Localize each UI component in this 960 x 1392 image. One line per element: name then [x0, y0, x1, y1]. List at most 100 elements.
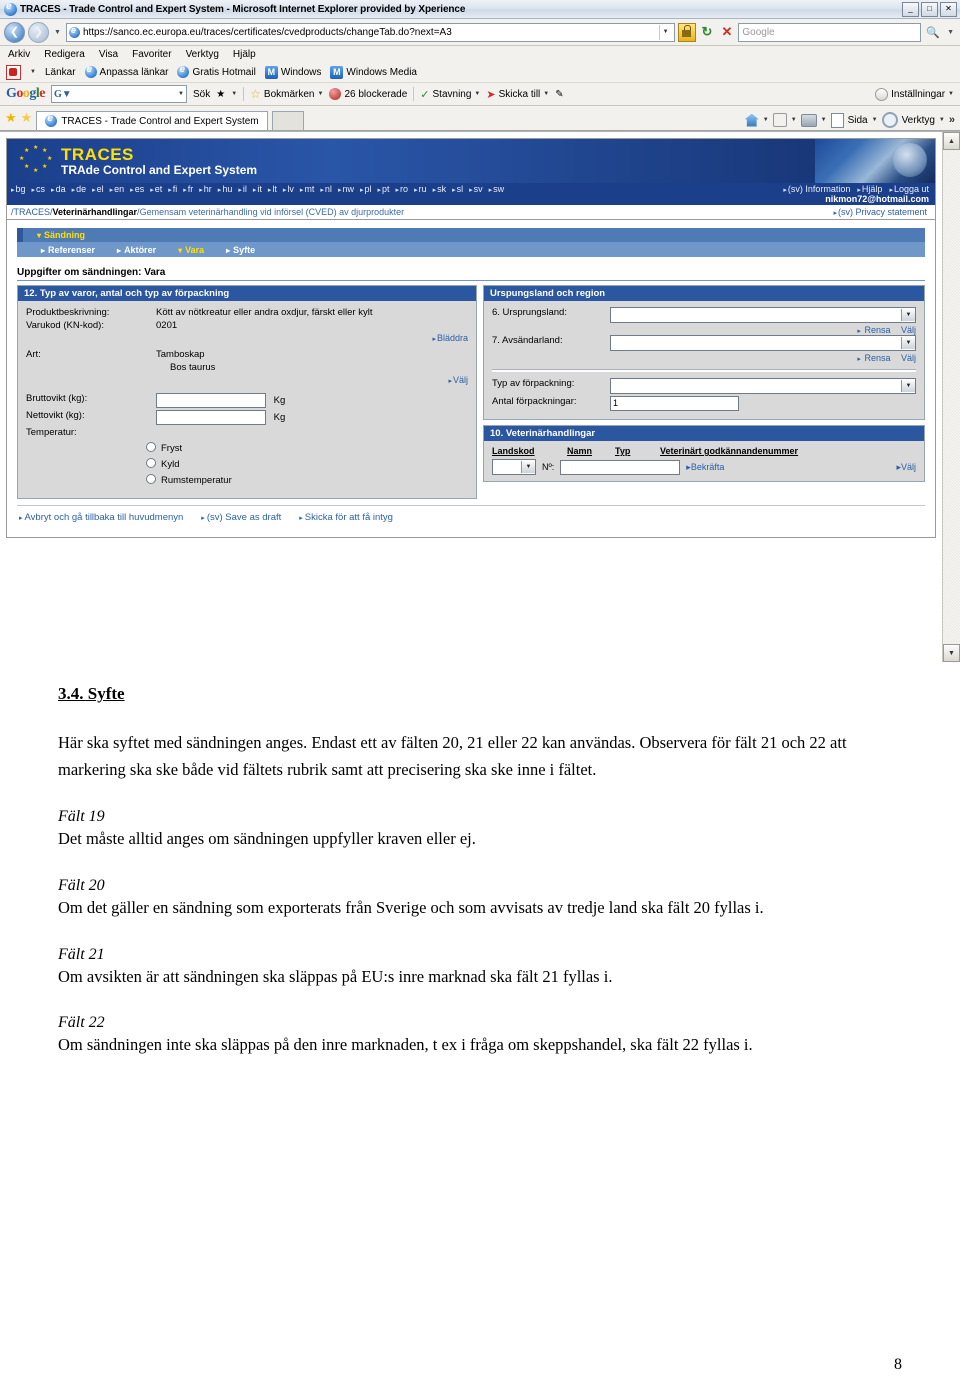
- temperature-option-rumstemperatur[interactable]: Rumstemperatur: [146, 474, 468, 486]
- lang-nl[interactable]: nl: [320, 184, 332, 194]
- google-search-input[interactable]: G▼ ▼: [51, 85, 187, 103]
- lang-cs[interactable]: cs: [32, 184, 45, 194]
- lang-ro[interactable]: ro: [396, 184, 408, 194]
- scrollbar-track[interactable]: [943, 150, 960, 644]
- radio-rumstemperatur-icon[interactable]: [146, 474, 156, 484]
- scroll-down-button[interactable]: ▼: [943, 644, 960, 662]
- overflow-icon[interactable]: »: [949, 114, 955, 126]
- chevron-down-icon[interactable]: ▼: [821, 117, 827, 123]
- blocked-popups-button[interactable]: 26 blockerade: [329, 88, 407, 100]
- history-dropdown-icon[interactable]: ▼: [52, 29, 63, 36]
- google-apps-dropdown-icon[interactable]: ▼: [231, 91, 237, 97]
- lang-hr[interactable]: hr: [199, 184, 212, 194]
- help-link[interactable]: Hjälp: [857, 184, 883, 194]
- tab-vara[interactable]: Vara: [178, 245, 204, 255]
- lang-sv[interactable]: sv: [469, 184, 483, 194]
- packaging-count-input[interactable]: 1: [610, 396, 739, 411]
- lang-lv[interactable]: lv: [283, 184, 294, 194]
- browser-tab[interactable]: TRACES - Trade Control and Expert System: [36, 111, 268, 130]
- lang-ru[interactable]: ru: [414, 184, 427, 194]
- vet-select-link[interactable]: ▸Välj: [896, 462, 916, 473]
- lang-sk[interactable]: sk: [433, 184, 446, 194]
- address-dropdown-icon[interactable]: ▼: [658, 24, 672, 40]
- search-icon[interactable]: 🔍: [924, 26, 942, 39]
- vertical-scrollbar[interactable]: ▲ ▼: [942, 132, 960, 662]
- menu-item-visa[interactable]: Visa: [99, 49, 118, 60]
- spelling-button[interactable]: ✓ Stavning ▼: [420, 88, 480, 101]
- menu-item-verktyg[interactable]: Verktyg: [186, 49, 219, 60]
- lang-de[interactable]: de: [72, 184, 86, 194]
- lang-mt[interactable]: mt: [300, 184, 314, 194]
- lang-nw[interactable]: nw: [338, 184, 354, 194]
- species-select-link[interactable]: Välj: [26, 375, 468, 385]
- close-button[interactable]: ✕: [940, 2, 957, 17]
- favorites-center-icon[interactable]: ★: [21, 110, 33, 126]
- rss-icon[interactable]: [772, 113, 787, 127]
- lang-en[interactable]: en: [110, 184, 124, 194]
- radio-fryst-icon[interactable]: [146, 442, 156, 452]
- google-settings-button[interactable]: Inställningar ▼: [875, 87, 954, 101]
- search-provider-dropdown-icon[interactable]: ▼: [945, 29, 956, 36]
- link-windows[interactable]: M Windows: [264, 65, 321, 79]
- cancel-back-to-main-menu-link[interactable]: Avbryt och gå tillbaka till huvudmenyn: [19, 512, 184, 523]
- browser-search-input[interactable]: Google: [738, 22, 922, 42]
- forward-button[interactable]: ❯: [28, 21, 49, 43]
- save-as-draft-link[interactable]: (sv) Save as draft: [201, 512, 281, 523]
- print-icon[interactable]: [800, 113, 817, 127]
- tools-menu-button[interactable]: Verktyg: [902, 115, 935, 126]
- radio-kyld-icon[interactable]: [146, 458, 156, 468]
- tab-group-sandning[interactable]: Sändning: [17, 228, 925, 242]
- link-anpassa-lankar[interactable]: Anpassa länkar: [84, 64, 168, 78]
- google-search-button[interactable]: Sök: [193, 89, 210, 100]
- lang-pt[interactable]: pt: [378, 184, 390, 194]
- privacy-statement-link[interactable]: (sv) Privacy statement: [833, 207, 931, 217]
- submit-for-certificate-link[interactable]: Skicka för att få intyg: [299, 512, 393, 523]
- lang-hu[interactable]: hu: [218, 184, 232, 194]
- stop-icon[interactable]: ✕: [718, 24, 735, 40]
- lang-fr[interactable]: fr: [183, 184, 194, 194]
- minimize-button[interactable]: _: [902, 2, 919, 17]
- page-menu-button[interactable]: Sida: [848, 115, 868, 126]
- sender-country-select[interactable]: ▼: [610, 335, 916, 351]
- vet-country-select[interactable]: ▼: [492, 459, 536, 475]
- lang-il[interactable]: il: [238, 184, 247, 194]
- google-search-dropdown-icon[interactable]: ▼: [178, 91, 184, 97]
- link-gratis-hotmail[interactable]: Gratis Hotmail: [177, 64, 256, 78]
- chevron-down-icon[interactable]: ▼: [791, 117, 797, 123]
- bookmarks-button[interactable]: ☆ Bokmärken ▼: [250, 87, 323, 101]
- back-button[interactable]: ❮: [4, 21, 25, 43]
- origin-select-link[interactable]: Välj: [901, 325, 916, 335]
- lang-pl[interactable]: pl: [360, 184, 371, 194]
- lang-sw[interactable]: sw: [489, 184, 504, 194]
- lang-es[interactable]: es: [130, 184, 145, 194]
- tab-syfte[interactable]: Syfte: [226, 245, 255, 255]
- sender-clear-link[interactable]: Rensa: [864, 353, 890, 363]
- maximize-button[interactable]: □: [921, 2, 938, 17]
- chevron-down-icon[interactable]: ▼: [872, 117, 878, 123]
- refresh-icon[interactable]: ↻: [699, 24, 716, 40]
- lang-it[interactable]: it: [253, 184, 262, 194]
- highlight-icon[interactable]: ✎: [555, 89, 563, 100]
- menu-item-redigera[interactable]: Redigera: [44, 49, 85, 60]
- tab-referenser[interactable]: Referenser: [41, 245, 95, 255]
- packaging-type-select[interactable]: ▼: [610, 378, 916, 394]
- lang-lt[interactable]: lt: [268, 184, 277, 194]
- lang-da[interactable]: da: [51, 184, 66, 194]
- add-favorite-icon[interactable]: ★: [5, 110, 17, 126]
- menu-item-hjalp[interactable]: Hjälp: [233, 49, 256, 60]
- lang-sl[interactable]: sl: [452, 184, 464, 194]
- sender-select-link[interactable]: Välj: [901, 353, 916, 363]
- menu-item-favoriter[interactable]: Favoriter: [132, 49, 171, 60]
- link-windows-media[interactable]: M Windows Media: [330, 65, 417, 79]
- address-bar[interactable]: https://sanco.ec.europa.eu/traces/certif…: [65, 22, 675, 42]
- temperature-option-fryst[interactable]: Fryst: [146, 442, 468, 454]
- send-to-button[interactable]: ➤ Skicka till ▼: [486, 88, 549, 101]
- lang-el[interactable]: el: [92, 184, 104, 194]
- menu-item-arkiv[interactable]: Arkiv: [8, 49, 30, 60]
- tab-aktorer[interactable]: Aktörer: [117, 245, 156, 255]
- breadcrumb-section[interactable]: Veterinärhandlingar: [53, 207, 138, 217]
- gross-weight-input[interactable]: [156, 393, 266, 408]
- logout-link[interactable]: Logga ut: [889, 184, 929, 194]
- chevron-down-icon[interactable]: ▼: [763, 117, 769, 123]
- net-weight-input[interactable]: [156, 410, 266, 425]
